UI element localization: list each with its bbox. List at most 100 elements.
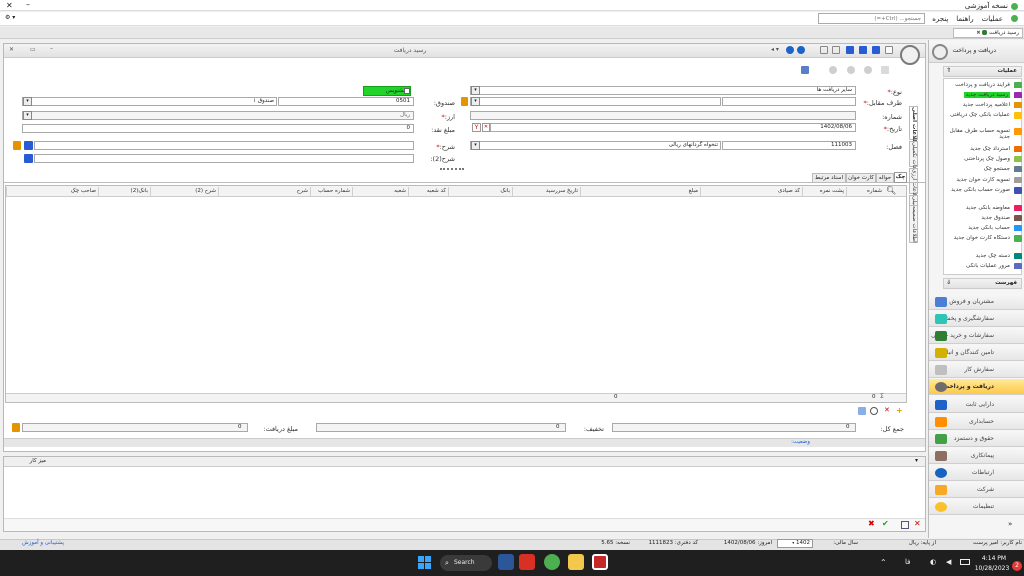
col-bank[interactable]: بانک: [448, 187, 512, 196]
party-lookup-icon[interactable]: [461, 97, 468, 106]
nav-work-order[interactable]: سفارش کار: [929, 362, 1024, 378]
grid-icon[interactable]: [820, 46, 828, 54]
menu-item-operations[interactable]: عملیات: [982, 15, 1003, 23]
op-review-bank-ops[interactable]: مرور عملیات بانکی: [944, 263, 1022, 269]
nav-order-distribution[interactable]: سفارشگیری و پخش: [929, 311, 1024, 327]
search-input[interactable]: [818, 13, 925, 24]
nav-receipts-payments[interactable]: دریافت و پرداخت: [929, 379, 1024, 395]
received-lookup-icon[interactable]: [12, 423, 20, 432]
col-branch[interactable]: شعبه: [352, 187, 408, 196]
table-search-icon[interactable]: 🔍︎: [886, 187, 896, 195]
category-dropdown-button[interactable]: ▾: [471, 141, 480, 150]
col-number[interactable]: شماره: [846, 187, 884, 196]
vtab-main-info[interactable]: اطلاعات اصلی: [909, 106, 918, 147]
window-menu-icon[interactable]: ⚙ ▾: [5, 14, 15, 21]
op-new-bank-exchange[interactable]: معاوضه بانکی جدید: [944, 205, 1022, 211]
fund-dropdown-button[interactable]: ▾: [23, 97, 32, 106]
snip-app-icon[interactable]: [592, 554, 608, 570]
nav-settings[interactable]: تنظیمات: [929, 499, 1024, 515]
network-icon[interactable]: ◐: [930, 558, 936, 566]
keyboard-lang-icon[interactable]: فا: [905, 558, 910, 566]
desc-field[interactable]: [34, 141, 414, 150]
ops-header[interactable]: عملیات: [943, 66, 1022, 77]
find-row-icon[interactable]: [870, 407, 878, 415]
support-link[interactable]: پشتیبانی و آموزش: [4, 540, 64, 546]
close-app-button[interactable]: ✕: [6, 1, 13, 10]
subtab-cheque[interactable]: چک: [894, 172, 907, 183]
notes-grid-icon[interactable]: [901, 521, 909, 529]
nav-accounting[interactable]: حسابداری: [929, 414, 1024, 430]
add-row-icon[interactable]: +: [896, 406, 903, 415]
col-description-2[interactable]: شرح (2): [150, 187, 218, 196]
save-close-icon[interactable]: [859, 46, 867, 54]
draft-checkbox[interactable]: [404, 88, 410, 94]
list-expand-icon[interactable]: ⇓: [946, 279, 951, 286]
doc-tab[interactable]: رسید دریافت ✖: [953, 28, 1023, 38]
col-account-number[interactable]: شماره حساب: [310, 187, 352, 196]
op-new-card-settlement[interactable]: تسویه کارت خوان جدید: [944, 177, 1022, 183]
nav-communications[interactable]: ارتباطات: [929, 465, 1024, 481]
notes-close-icon[interactable]: ✕: [914, 519, 921, 528]
op-cheque-bank-ops[interactable]: عملیات بانکی چک دریافتی: [944, 112, 1022, 126]
date-filter-icon[interactable]: Y: [472, 123, 481, 132]
minimize-app-button[interactable]: –: [26, 0, 30, 9]
print-icon[interactable]: [801, 66, 809, 74]
op-search-cheque[interactable]: جستجو چک: [944, 166, 1022, 172]
battery-icon[interactable]: [960, 559, 970, 565]
edit-icon[interactable]: [881, 66, 889, 74]
taskbar-date[interactable]: 10/28/2023: [972, 565, 1012, 572]
date-clear-icon[interactable]: ✕: [482, 123, 490, 132]
desc-lookup-icon[interactable]: [13, 141, 21, 150]
number-field[interactable]: [470, 111, 856, 120]
form-restore-button[interactable]: ▭: [30, 46, 36, 53]
taskbar-time[interactable]: 4:14 PM: [978, 555, 1010, 562]
subtab-card-reader[interactable]: کارت خوان: [846, 173, 876, 183]
party-dropdown-button[interactable]: ▾: [471, 97, 480, 106]
nav-contracting[interactable]: پیمانکاری: [929, 448, 1024, 464]
col-due-date[interactable]: تاریخ سررسید: [512, 187, 580, 196]
taskbar-search[interactable]: ⌕ Search: [440, 555, 492, 571]
info-icon[interactable]: [797, 46, 805, 54]
sidebar-overflow-icon[interactable]: »: [1008, 520, 1012, 528]
new-icon[interactable]: [885, 46, 893, 54]
nav-payroll[interactable]: حقوق و دستمزد: [929, 431, 1024, 447]
nav-foreign-purchase[interactable]: سفارشات و خرید خارجی: [929, 328, 1024, 344]
desc2-field[interactable]: [34, 154, 414, 163]
notes-cancel-icon[interactable]: ✖: [868, 519, 875, 528]
splitter-handle[interactable]: [440, 168, 464, 170]
vtab-extra-info[interactable]: اطلاعات تکمیلی: [909, 141, 918, 179]
op-payment-process[interactable]: فرآیند دریافت و پرداخت: [944, 82, 1022, 88]
col-description[interactable]: شرح: [218, 187, 310, 196]
received-field[interactable]: [22, 423, 248, 432]
party-name-field[interactable]: [470, 97, 721, 106]
op-new-bank-account[interactable]: حساب بانکی جدید: [944, 225, 1022, 231]
col-cheque-owner[interactable]: صاحب چک: [6, 187, 98, 196]
col-bank-2[interactable]: بانک(2): [98, 187, 150, 196]
desc-save-icon[interactable]: [24, 141, 33, 150]
cash-field[interactable]: [22, 124, 414, 133]
nav-fixed-assets[interactable]: دارایی ثابت: [929, 397, 1024, 413]
notes-menu-icon[interactable]: ▾: [915, 457, 918, 464]
op-new-cheque-book[interactable]: دسته چک جدید: [944, 253, 1022, 259]
list-header[interactable]: فهرست: [943, 278, 1022, 289]
word-app-icon[interactable]: [498, 554, 514, 570]
col-back-number[interactable]: پشت نمره: [802, 187, 846, 196]
op-new-bank-statement[interactable]: صورت حساب بانکی جدید: [944, 187, 1022, 201]
op-new-receipt[interactable]: رسید دریافت جدید: [944, 92, 1022, 98]
nav-suppliers-warehouse[interactable]: تامین کنندگان و انبار: [929, 345, 1024, 361]
delete-row-icon[interactable]: ✕: [884, 406, 890, 414]
total-field[interactable]: [612, 423, 856, 432]
menu-item-window[interactable]: پنجره: [932, 15, 948, 23]
op-new-cheque-return[interactable]: استرداد چک جدید: [944, 146, 1022, 152]
doc-tab-close-icon[interactable]: ✖: [976, 30, 980, 36]
menu-item-help[interactable]: راهنما: [956, 15, 973, 23]
save-all-icon[interactable]: [846, 46, 854, 54]
file-explorer-icon[interactable]: [568, 554, 584, 570]
form-close-button[interactable]: ✕: [9, 46, 14, 53]
col-branch-code[interactable]: کد شعبه: [408, 187, 448, 196]
currency-dropdown-button[interactable]: ▾: [23, 111, 32, 120]
col-amount[interactable]: مبلغ: [580, 187, 700, 196]
op-new-card-reader[interactable]: دستگاه کارت خوان جدید: [944, 235, 1022, 249]
notification-badge[interactable]: 2: [1012, 561, 1022, 571]
start-button[interactable]: [418, 556, 431, 569]
